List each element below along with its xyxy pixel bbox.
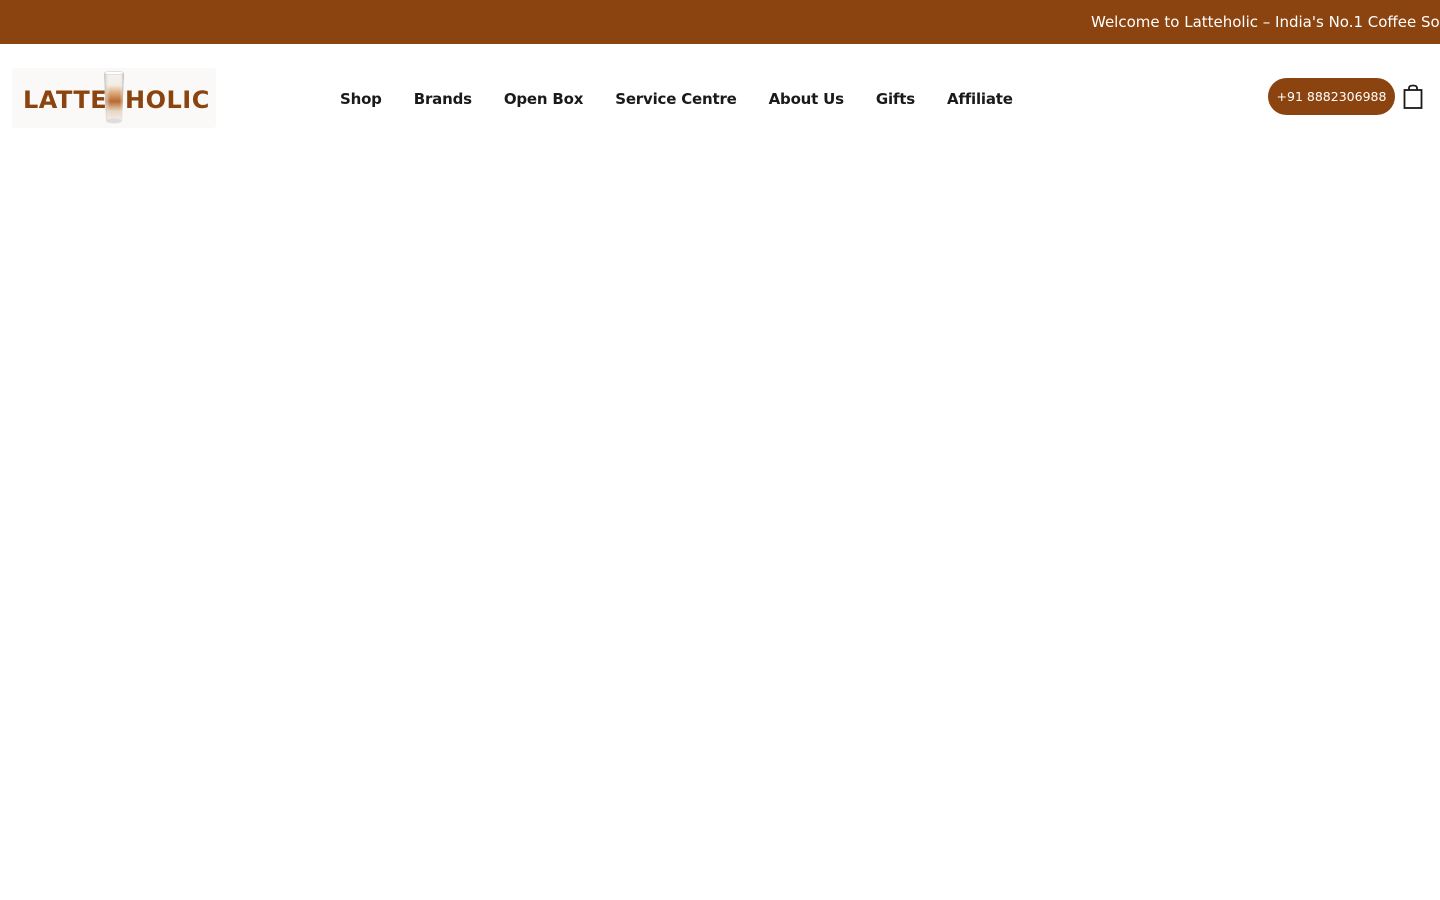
logo-text-right: HOLIC <box>125 86 210 114</box>
phone-button[interactable]: +91 8882306988 <box>1268 78 1395 115</box>
nav-item-affiliate[interactable]: Affiliate <box>947 89 1013 109</box>
nav-item-brands[interactable]: Brands <box>414 89 472 109</box>
main-nav: Shop Brands Open Box Service Centre Abou… <box>340 88 1013 110</box>
nav-item-service-centre[interactable]: Service Centre <box>615 89 737 109</box>
announcement-bar: Welcome to Latteholic – India's No.1 Cof… <box>0 0 1440 44</box>
nav-item-gifts[interactable]: Gifts <box>876 89 915 109</box>
latte-glass-icon <box>103 71 125 124</box>
logo-text-left: LATTE <box>23 86 108 114</box>
shopping-bag-icon[interactable] <box>1402 84 1424 110</box>
nav-item-about-us[interactable]: About Us <box>769 89 844 109</box>
page-body <box>0 142 1440 900</box>
site-header: LATTE HOLIC Shop Brands Open Box Service… <box>0 44 1440 142</box>
site-logo[interactable]: LATTE HOLIC <box>12 68 216 128</box>
nav-item-shop[interactable]: Shop <box>340 89 382 109</box>
nav-item-open-box[interactable]: Open Box <box>504 89 584 109</box>
announcement-text: Welcome to Latteholic – India's No.1 Cof… <box>1091 13 1440 31</box>
